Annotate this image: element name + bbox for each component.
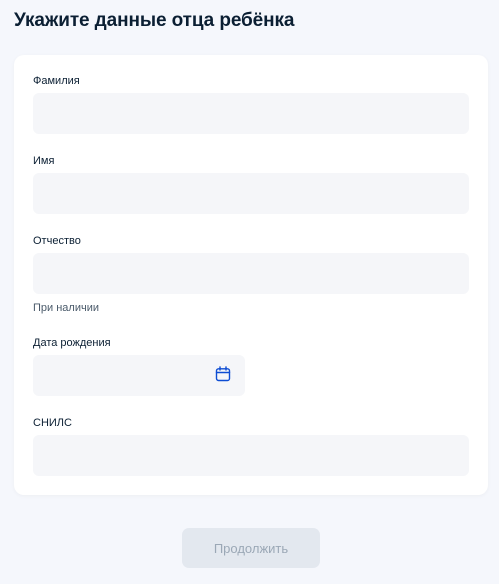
snils-label: СНИЛС <box>33 417 72 429</box>
page-title: Укажите данные отца ребёнка <box>14 10 295 31</box>
continue-button[interactable]: Продолжить <box>182 528 320 568</box>
birth-date-label: Дата рождения <box>33 337 111 349</box>
snils-input[interactable] <box>33 435 469 476</box>
father-data-form-card: Фамилия Имя Отчество При наличии Дата ро… <box>14 55 488 495</box>
surname-label: Фамилия <box>33 75 80 87</box>
surname-input[interactable] <box>33 93 469 134</box>
name-input[interactable] <box>33 173 469 214</box>
patronymic-input[interactable] <box>33 253 469 294</box>
calendar-icon[interactable] <box>215 366 231 382</box>
name-label: Имя <box>33 155 55 167</box>
patronymic-hint: При наличии <box>33 302 99 314</box>
birth-date-input[interactable] <box>33 355 245 396</box>
patronymic-label: Отчество <box>33 235 81 247</box>
